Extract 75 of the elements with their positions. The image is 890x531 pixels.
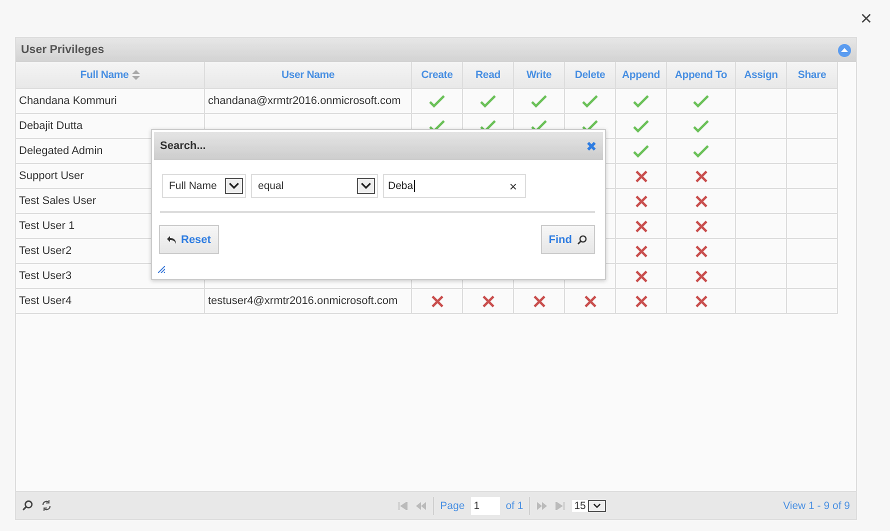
cross-icon <box>694 194 708 208</box>
table-cell <box>787 89 838 114</box>
table-cell: chandana@xrmtr2016.onmicrosoft.com <box>205 89 412 114</box>
cross-icon <box>694 170 708 182</box>
cross-icon <box>532 294 546 308</box>
dropdown-caret-icon <box>357 178 375 194</box>
check-icon <box>531 94 547 108</box>
page-label: Page <box>440 500 465 512</box>
check-icon <box>693 144 709 158</box>
cross-icon <box>634 194 648 208</box>
operator-select[interactable]: equal <box>251 174 378 198</box>
page-size-select[interactable]: 15 <box>572 500 606 512</box>
column-header[interactable]: Create <box>412 62 463 89</box>
check-icon <box>693 120 709 132</box>
search-input[interactable]: Deba × <box>383 174 526 198</box>
check-icon <box>429 94 445 108</box>
column-header[interactable]: Read <box>463 62 514 89</box>
resize-grip-icon[interactable] <box>158 266 165 273</box>
next-page-icon[interactable] <box>536 502 548 510</box>
close-button[interactable]: × <box>860 8 872 28</box>
cross-icon <box>430 294 444 308</box>
dialog-close-button[interactable]: ✖ <box>586 138 597 154</box>
check-icon <box>633 94 649 108</box>
last-page-icon[interactable] <box>554 502 566 510</box>
table-cell <box>787 139 838 164</box>
column-header[interactable]: Share <box>787 62 838 89</box>
cross-icon <box>694 294 708 308</box>
table-cell <box>787 114 838 139</box>
cross-icon <box>694 244 708 258</box>
find-button[interactable]: Find <box>540 225 595 254</box>
previous-page-icon[interactable] <box>415 502 428 510</box>
cross-icon <box>634 294 648 308</box>
first-page-icon[interactable] <box>397 502 410 510</box>
page-count: of 1 <box>506 500 524 512</box>
page-input[interactable]: 1 <box>470 496 500 514</box>
check-icon <box>582 94 598 108</box>
column-header[interactable]: Append To <box>667 62 736 89</box>
clear-button[interactable]: × <box>509 178 517 194</box>
table-cell <box>787 239 838 264</box>
table-cell <box>787 264 838 289</box>
cross-icon <box>634 244 648 258</box>
check-icon <box>480 94 496 108</box>
collapse-button[interactable] <box>838 44 851 56</box>
cross-icon <box>694 270 708 282</box>
caret-icon <box>841 48 848 52</box>
search-icon <box>577 234 587 244</box>
undo-icon <box>167 236 176 244</box>
record-summary: View 1 - 9 of 9 <box>783 500 850 512</box>
cross-icon <box>584 294 596 308</box>
cross-icon <box>634 170 648 182</box>
panel-title: User Privileges <box>21 44 104 56</box>
column-header[interactable]: User Name <box>205 62 412 89</box>
check-icon <box>633 144 649 158</box>
column-header[interactable]: Delete <box>565 62 616 89</box>
cross-icon <box>694 220 708 232</box>
dialog-title: Search... <box>160 140 206 152</box>
table-cell: Chandana Kommuri <box>16 89 205 114</box>
check-icon <box>693 94 709 108</box>
dropdown-caret-icon <box>225 178 243 194</box>
cross-icon <box>634 270 648 282</box>
table-cell <box>787 164 838 189</box>
column-header[interactable]: Full Name <box>16 62 205 89</box>
field-select[interactable]: Full Name <box>162 174 246 198</box>
table-cell <box>787 189 838 214</box>
cross-icon <box>482 294 494 308</box>
table-cell: Test User4 <box>16 289 205 314</box>
reset-button[interactable]: Reset <box>159 225 219 254</box>
table-cell <box>787 214 838 239</box>
column-header[interactable]: Append <box>616 62 667 89</box>
check-icon <box>633 120 649 132</box>
table-cell: testuser4@xrmtr2016.onmicrosoft.com <box>205 289 412 314</box>
table-cell <box>787 289 838 314</box>
column-header[interactable]: Assign <box>736 62 787 89</box>
cross-icon <box>634 220 648 232</box>
column-header[interactable]: Write <box>514 62 565 89</box>
